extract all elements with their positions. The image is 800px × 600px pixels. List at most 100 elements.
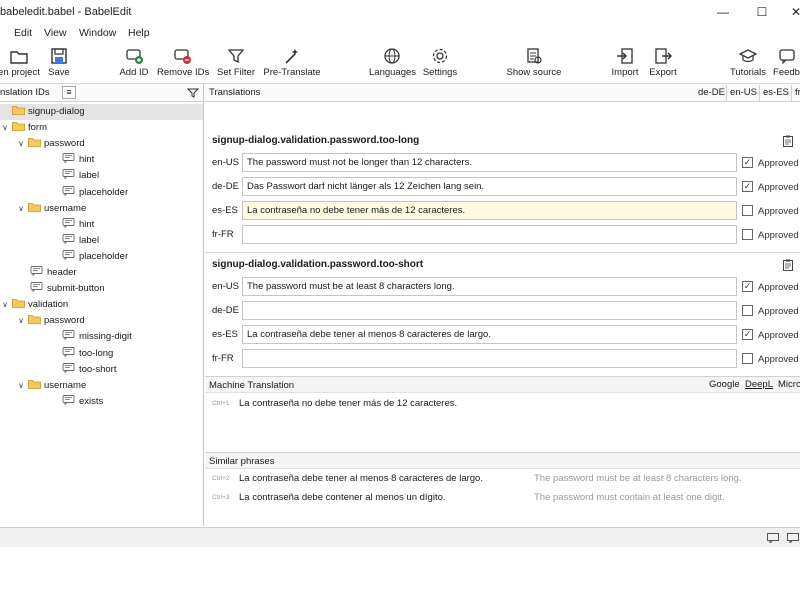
tree-folder[interactable]: ∨ form <box>0 120 203 136</box>
lang-tab-es-es[interactable]: es-ES <box>759 85 792 101</box>
chevron-down-icon[interactable]: ∨ <box>0 120 10 136</box>
feedback-button[interactable]: Feedb <box>773 44 800 84</box>
languages-button[interactable]: Languages <box>369 44 416 84</box>
similar-phrase-text[interactable]: La contraseña debe contener al menos un … <box>239 492 446 503</box>
export-button[interactable]: Export <box>647 44 679 84</box>
chevron-down-icon[interactable]: ∨ <box>0 297 10 313</box>
approved-checkbox[interactable]: ✓ <box>742 329 753 340</box>
tree-item[interactable]: missing-digit <box>0 329 203 345</box>
translation-field[interactable]: The password must not be longer than 12 … <box>242 153 737 172</box>
tree-item[interactable]: exists <box>0 394 203 410</box>
tree-item[interactable]: header <box>0 265 203 281</box>
close-button[interactable]: ✕ <box>787 4 800 20</box>
menu-icon[interactable]: ≡ <box>62 86 76 99</box>
similar-phrase-text[interactable]: La contraseña debe tener al menos 8 cara… <box>239 473 483 484</box>
translations-title: Translations <box>209 87 261 98</box>
notes-icon[interactable] <box>783 259 793 271</box>
translation-field[interactable]: La contraseña debe tener al menos 8 cara… <box>242 325 737 344</box>
tree-folder[interactable]: ∨ username <box>0 201 203 217</box>
language-code: es-ES <box>212 205 238 216</box>
approved-checkbox[interactable] <box>742 353 753 364</box>
translation-ids-title: nslation IDs <box>0 87 50 98</box>
show-source-button[interactable]: Show source <box>506 44 562 84</box>
settings-button[interactable]: Settings <box>422 44 458 84</box>
translation-field[interactable] <box>242 349 737 368</box>
comment-icon[interactable] <box>787 533 799 543</box>
notes-icon[interactable] <box>783 135 793 147</box>
approved-checkbox[interactable]: ✓ <box>742 281 753 292</box>
machine-translation-result[interactable]: La contraseña no debe tener más de 12 ca… <box>239 398 457 409</box>
comment-icon[interactable] <box>767 533 779 543</box>
approved-label: Approved <box>758 306 799 317</box>
tree-folder[interactable]: ∨ validation <box>0 297 203 313</box>
tree-node-label: signup-dialog <box>28 106 85 117</box>
tree-folder[interactable]: ∨ username <box>0 378 203 394</box>
translation-field[interactable]: La contraseña no debe tener más de 12 ca… <box>242 201 737 220</box>
translation-item-icon <box>62 233 75 245</box>
approved-checkbox[interactable] <box>742 205 753 216</box>
tree-node-label: missing-digit <box>79 331 132 343</box>
provider-deepl[interactable]: DeepL <box>745 379 773 390</box>
language-code: de-DE <box>212 305 239 316</box>
language-code: en-US <box>212 281 239 292</box>
tree-item[interactable]: placeholder <box>0 185 203 201</box>
minimize-button[interactable]: — <box>714 4 732 20</box>
tree-item[interactable]: submit-button <box>0 281 203 297</box>
toolbar-label: Add ID <box>119 67 149 78</box>
import-button[interactable]: Import <box>609 44 641 84</box>
approved-label: Approved <box>758 182 799 193</box>
translation-field[interactable]: Das Passwort darf nicht länger als 12 Ze… <box>242 177 737 196</box>
approved-checkbox[interactable] <box>742 305 753 316</box>
approved-checkbox[interactable]: ✓ <box>742 157 753 168</box>
set-filter-button[interactable]: Set Filter <box>216 44 256 84</box>
filter-icon[interactable] <box>187 87 199 99</box>
tree-item[interactable]: hint <box>0 217 203 233</box>
chevron-down-icon[interactable]: ∨ <box>16 313 26 329</box>
save-button[interactable]: Save <box>46 44 72 84</box>
add-id-button[interactable]: Add ID <box>117 44 151 84</box>
lang-tab-de-de[interactable]: de-DE <box>695 85 728 101</box>
tree-item[interactable]: hint <box>0 152 203 168</box>
chevron-down-icon[interactable]: ∨ <box>16 136 26 152</box>
lang-tab-fr[interactable]: fr <box>791 85 800 101</box>
toolbar-label: Tutorials <box>729 67 767 78</box>
remove-ids-button[interactable]: Remove IDs <box>157 44 209 84</box>
open-project-button[interactable]: en project <box>0 44 40 84</box>
tree-item[interactable]: too-long <box>0 346 203 362</box>
maximize-button[interactable]: ☐ <box>753 4 771 20</box>
translation-field[interactable] <box>242 225 737 244</box>
menu-window[interactable]: Window <box>79 27 116 39</box>
pre-translate-button[interactable]: Pre-Translate <box>263 44 321 84</box>
tree-folder[interactable]: ∨ password <box>0 313 203 329</box>
chevron-down-icon[interactable]: ∨ <box>16 378 26 394</box>
translation-field[interactable] <box>242 301 737 320</box>
globe-icon <box>384 48 400 64</box>
lang-tab-en-us[interactable]: en-US <box>726 85 760 101</box>
tree-item[interactable]: placeholder <box>0 249 203 265</box>
tree-folder[interactable]: ∨ password <box>0 136 203 152</box>
tree-item[interactable]: label <box>0 233 203 249</box>
remove-ids-icon <box>174 49 191 64</box>
graduation-cap-icon <box>738 49 758 63</box>
tutorials-button[interactable]: Tutorials <box>729 44 767 84</box>
translation-field[interactable]: The password must be at least 8 characte… <box>242 277 737 296</box>
menu-help[interactable]: Help <box>128 27 150 39</box>
folder-icon <box>12 121 25 131</box>
menu-view[interactable]: View <box>44 27 67 39</box>
tree-item[interactable]: label <box>0 168 203 184</box>
approved-checkbox[interactable] <box>742 229 753 240</box>
tree-item[interactable]: too-short <box>0 362 203 378</box>
folder-icon <box>12 298 25 309</box>
folder-icon <box>28 137 41 148</box>
provider-google[interactable]: Google <box>709 379 740 390</box>
approved-checkbox[interactable]: ✓ <box>742 181 753 192</box>
provider-microsoft[interactable]: Micro <box>778 379 800 390</box>
open-folder-icon <box>10 51 28 64</box>
language-code: en-US <box>212 157 239 168</box>
chevron-down-icon[interactable]: ∨ <box>16 201 26 217</box>
tree-node-label: password <box>44 138 85 150</box>
tree-folder[interactable]: signup-dialog <box>0 104 203 120</box>
toolbar-label: Set Filter <box>216 67 255 78</box>
menu-edit[interactable]: Edit <box>14 27 32 39</box>
tree-node-label: validation <box>28 299 69 311</box>
